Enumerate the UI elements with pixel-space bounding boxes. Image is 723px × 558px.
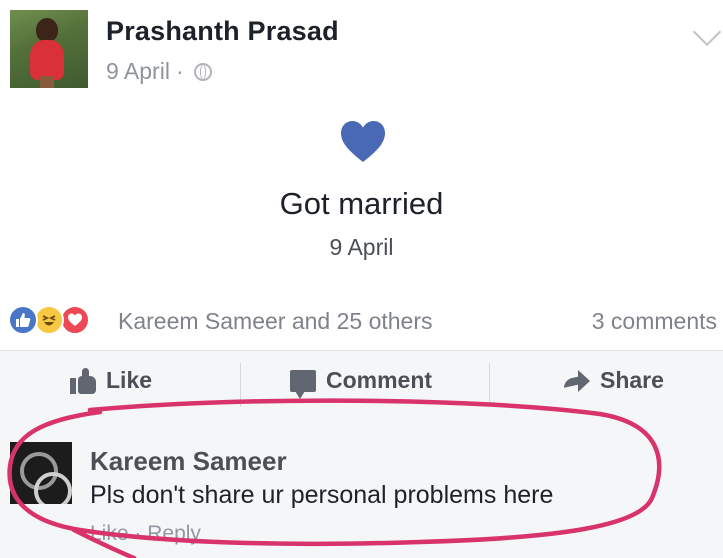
like-button[interactable]: Like	[70, 367, 152, 394]
share-arrow-icon	[562, 369, 590, 392]
commenter-avatar[interactable]	[10, 442, 72, 504]
comment-button[interactable]: Comment	[290, 367, 433, 399]
action-divider	[489, 363, 490, 407]
avatar-photo-part	[40, 76, 54, 88]
love-reaction-icon	[60, 305, 90, 335]
like-button-label: Like	[106, 367, 153, 393]
comment-like-link[interactable]: Like	[90, 522, 129, 545]
heart-icon	[341, 121, 385, 162]
post-meta: 9 April ·	[106, 58, 212, 85]
haha-reaction-icon	[34, 305, 64, 335]
action-divider	[240, 363, 241, 407]
comment-author-name[interactable]: Kareem Sameer	[90, 446, 287, 477]
heart-small-icon	[68, 313, 82, 326]
comment-links-separator: ·	[134, 522, 142, 545]
comment-actions: Like · Reply	[90, 522, 201, 546]
life-event-title: Got married	[279, 186, 444, 221]
life-event-date: 9 April	[329, 234, 394, 260]
avatar-photo-part	[34, 472, 72, 504]
avatar-photo-part	[30, 40, 64, 80]
comment-text: Pls don't share ur personal problems her…	[90, 481, 554, 509]
share-button-label: Share	[600, 367, 664, 393]
reaction-icons[interactable]	[8, 305, 108, 337]
thumbs-up-icon	[70, 367, 96, 394]
thumbs-up-icon	[16, 313, 31, 327]
post-author-name[interactable]: Prashanth Prasad	[106, 16, 339, 47]
share-button[interactable]: Share	[562, 367, 664, 394]
author-avatar[interactable]	[10, 10, 88, 88]
comments-count-link[interactable]: 3 comments	[592, 308, 717, 335]
comment-reply-link[interactable]: Reply	[147, 522, 201, 545]
post-action-bar: Like Comment Share	[0, 350, 723, 423]
meta-separator: ·	[175, 58, 184, 84]
like-reaction-icon	[8, 305, 38, 335]
laughing-face-icon	[42, 315, 56, 326]
reactions-summary[interactable]: Kareem Sameer and 25 others	[118, 308, 433, 335]
comment-bubble-icon	[290, 369, 316, 399]
post-date[interactable]: 9 April	[106, 58, 170, 85]
comment-button-label: Comment	[326, 367, 433, 393]
globe-icon[interactable]	[193, 62, 212, 81]
chevron-down-icon[interactable]	[692, 17, 722, 47]
avatar-photo-part	[36, 18, 58, 42]
